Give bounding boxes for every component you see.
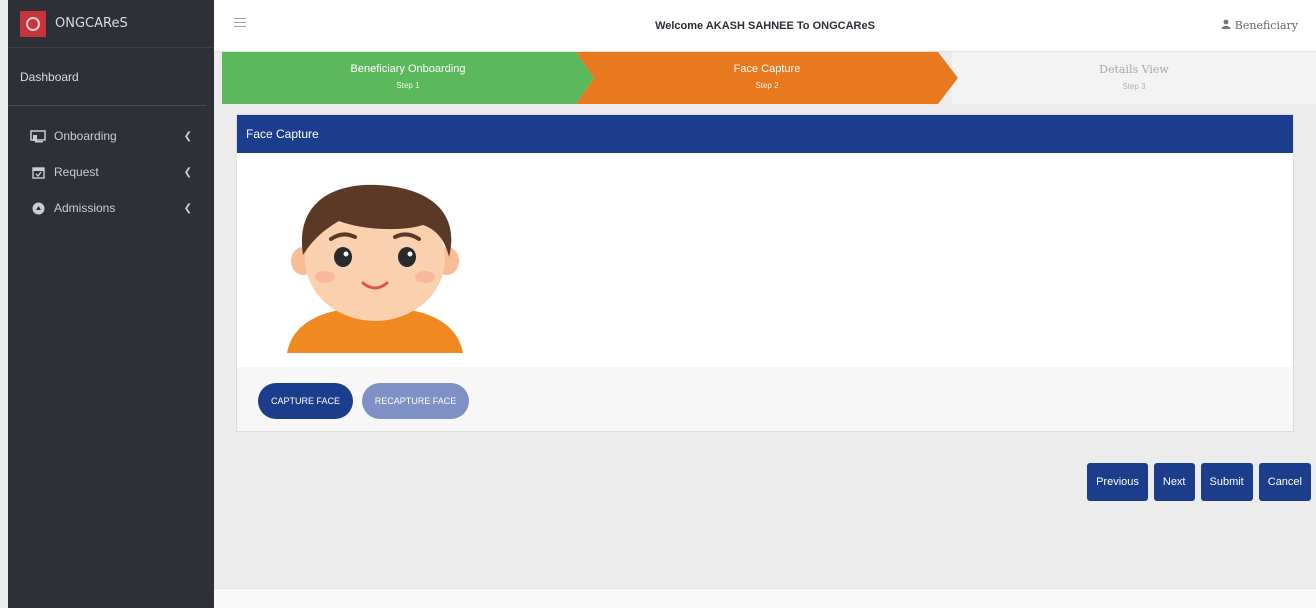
onboarding-icon — [30, 129, 46, 143]
welcome-title: Welcome AKASH SAHNEE To ONGCAReS — [655, 20, 875, 32]
sidebar-item-label: Dashboard — [20, 69, 79, 84]
previous-button[interactable]: Previous — [1087, 463, 1148, 501]
recapture-face-button[interactable]: RECAPTURE FACE — [362, 383, 469, 419]
page-footer — [214, 588, 1316, 608]
sidebar-nav: Onboarding ❮ Request ❮ Admissions ❮ — [8, 106, 214, 226]
chevron-left-icon: ❮ — [183, 130, 192, 142]
sidebar-item-label: Onboarding — [54, 129, 117, 143]
cancel-button[interactable]: Cancel — [1258, 463, 1311, 501]
chevron-left-icon: ❮ — [183, 202, 192, 214]
face-preview-area — [237, 153, 1293, 367]
card-footer: CAPTURE FACE RECAPTURE FACE — [237, 367, 1293, 431]
step-face-capture[interactable]: Face Capture Step 2 — [576, 52, 958, 104]
sidebar-item-onboarding[interactable]: Onboarding ❮ — [8, 118, 214, 154]
chevron-left-icon: ❮ — [183, 166, 192, 178]
step-title: Face Capture — [733, 63, 801, 75]
step-details-view[interactable]: Details View Step 3 — [952, 52, 1316, 104]
sidebar: ONGCAReS Dashboard Onboarding ❮ Request … — [8, 0, 214, 608]
ongc-logo-icon — [20, 10, 46, 37]
step-title: Beneficiary Onboarding — [350, 63, 466, 75]
card-title: Face Capture — [246, 127, 319, 141]
calendar-check-icon — [30, 165, 46, 179]
sidebar-item-label: Admissions — [54, 201, 116, 215]
step-number: Step 3 — [1122, 82, 1146, 91]
sidebar-item-dashboard[interactable]: Dashboard — [8, 48, 206, 106]
step-title: Details View — [1099, 63, 1169, 76]
capture-face-button[interactable]: CAPTURE FACE — [258, 383, 353, 419]
brand-name: ONGCAReS — [55, 16, 128, 31]
user-icon — [1221, 19, 1231, 32]
sidebar-item-request[interactable]: Request ❮ — [8, 154, 214, 190]
next-button[interactable]: Next — [1153, 463, 1195, 501]
user-role-label: Beneficiary — [1234, 19, 1298, 32]
sidebar-item-admissions[interactable]: Admissions ❮ — [8, 190, 214, 226]
face-capture-card: Face Capture CAPTURE FACE RECAPTURE FACE — [236, 114, 1294, 432]
top-bar: Welcome AKASH SAHNEE To ONGCAReS Benefic… — [214, 0, 1316, 52]
step-number: Step 1 — [396, 81, 420, 90]
admissions-icon — [30, 201, 46, 215]
user-menu[interactable]: Beneficiary — [1221, 19, 1298, 32]
step-beneficiary-onboarding[interactable]: Beneficiary Onboarding Step 1 — [222, 52, 594, 104]
step-number: Step 2 — [755, 81, 779, 90]
sidebar-item-label: Request — [54, 165, 99, 179]
avatar-placeholder-image — [287, 184, 463, 353]
submit-button[interactable]: Submit — [1200, 463, 1253, 501]
card-header: Face Capture — [237, 115, 1293, 153]
brand[interactable]: ONGCAReS — [8, 0, 214, 48]
wizard-actions: Previous Next Submit Cancel — [1087, 463, 1311, 501]
wizard-stepper: Beneficiary Onboarding Step 1 Face Captu… — [222, 52, 1316, 104]
